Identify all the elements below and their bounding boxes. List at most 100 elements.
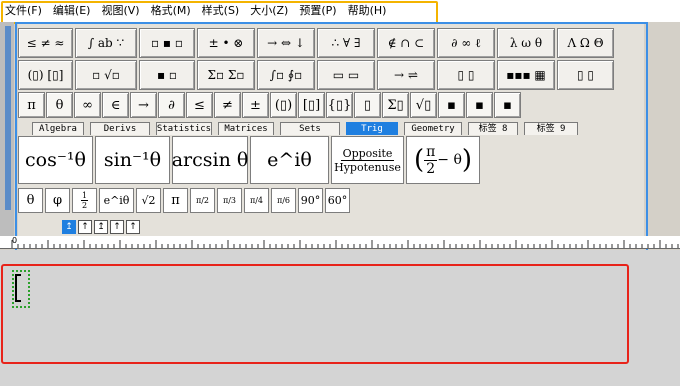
less-equal-button[interactable]: ≤ <box>186 92 213 118</box>
embellishments-palette-button[interactable]: ▫ ▪ ▫ <box>139 28 195 58</box>
align-button-4[interactable]: ↑ <box>110 220 124 234</box>
set-theory-palette-button[interactable]: ∉ ∩ ⊂ <box>377 28 435 58</box>
menu-help[interactable]: 帮助(H) <box>343 0 393 22</box>
infinity-button[interactable]: ∞ <box>74 92 101 118</box>
tab-sets[interactable]: Sets <box>280 122 340 135</box>
alignment-toolbar: ↥ ↑ ↥ ↑ ↑ <box>62 220 142 234</box>
menu-format[interactable]: 格式(M) <box>146 0 197 22</box>
greek-lower-palette-button[interactable]: λ ω θ <box>497 28 555 58</box>
element-of-button[interactable]: ∈ <box>102 92 129 118</box>
summations-palette-button[interactable]: Σ▫ Σ▫ <box>197 60 255 90</box>
pi-over-2-fraction: π 2 <box>424 143 438 177</box>
align-button-2[interactable]: ↑ <box>78 220 92 234</box>
operators-palette-button[interactable]: ± • ⊗ <box>197 28 255 58</box>
theta-small-button[interactable]: θ <box>18 188 43 213</box>
pi-over-2-button[interactable]: π/2 <box>190 188 215 213</box>
minus-theta-text: − θ <box>437 152 462 168</box>
tab-trig[interactable]: Trig <box>346 122 398 135</box>
greek-upper-palette-button[interactable]: Λ Ω Θ <box>557 28 614 58</box>
relations-palette-button[interactable]: ≤ ≠ ≈ <box>18 28 73 58</box>
menu-size[interactable]: 大小(Z) <box>245 0 294 22</box>
equation-editor-area[interactable] <box>0 250 680 386</box>
parentheses-button[interactable]: (▯) <box>270 92 297 118</box>
tab-label-9[interactable]: 标签 9 <box>524 122 578 135</box>
integrals-palette-button[interactable]: ∫▫ ∮▫ <box>257 60 315 90</box>
plus-minus-button[interactable]: ± <box>242 92 269 118</box>
pi-button[interactable]: π <box>18 92 45 118</box>
sqrt2-button[interactable]: √2 <box>136 188 161 213</box>
arrows-palette-button[interactable]: → ⇔ ↓ <box>257 28 315 58</box>
align-button-1[interactable]: ↥ <box>62 220 76 234</box>
subscript-button[interactable]: ▪ <box>466 92 493 118</box>
inverse-sine-template[interactable]: sin⁻¹θ <box>95 136 170 184</box>
palette-scroll-bar[interactable] <box>5 26 11 210</box>
menu-style[interactable]: 样式(S) <box>197 0 246 22</box>
pi-numerator: π <box>424 143 438 161</box>
fractions-radicals-palette-button[interactable]: ▫ √▫ <box>75 60 137 90</box>
fences-palette-button[interactable]: (▯) [▯] <box>18 60 73 90</box>
right-arrow-button[interactable]: → <box>130 92 157 118</box>
pi-over-2-minus-theta-template[interactable]: ( π 2 − θ ) <box>406 136 480 184</box>
sub-superscript-button[interactable]: ▪ <box>494 92 521 118</box>
left-paren: ( <box>413 145 425 175</box>
hypotenuse-label: Hypotenuse <box>334 160 401 174</box>
symbol-palette: ≤ ≠ ≈ ∫ ab ∵ ▫ ▪ ▫ ± • ⊗ → ⇔ ↓ ∴ ∀ ∃ ∉ ∩… <box>18 24 644 246</box>
braces-button[interactable]: {▯} <box>326 92 353 118</box>
two-denominator: 2 <box>426 160 436 177</box>
menu-file[interactable]: 文件(F) <box>0 0 48 22</box>
one-half-denominator: 2 <box>81 201 88 210</box>
insertion-cursor <box>15 274 21 302</box>
pi-small-button[interactable]: π <box>163 188 188 213</box>
tab-algebra[interactable]: Algebra <box>32 122 84 135</box>
one-half-button[interactable]: 12 <box>72 188 97 213</box>
palette-row-3: π θ ∞ ∈ → ∂ ≤ ≠ ± (▯) [▯] {▯} ▯ Σ▯ √▯ ▪ … <box>18 92 522 118</box>
summation-button[interactable]: Σ▯ <box>382 92 409 118</box>
theta-button[interactable]: θ <box>46 92 73 118</box>
misc-symbols-palette-button[interactable]: ∂ ∞ ℓ <box>437 28 495 58</box>
tab-derivs[interactable]: Derivs <box>90 122 150 135</box>
one-half-fraction: 12 <box>80 191 89 210</box>
trig-small-row: θ φ 12 e^iθ √2 π π/2 π/3 π/4 π/6 90° 60° <box>18 188 352 213</box>
logic-palette-button[interactable]: ∴ ∀ ∃ <box>317 28 375 58</box>
ruler-ticks <box>11 240 679 248</box>
matrices-palette-button[interactable]: ▪▪▪ ▦ <box>497 60 555 90</box>
exp-small-button[interactable]: e^iθ <box>99 188 134 213</box>
ruler: 0 <box>0 236 680 249</box>
arcsine-template[interactable]: arcsin θ <box>172 136 248 184</box>
labeled-arrows-palette-button[interactable]: → ⇌ <box>377 60 435 90</box>
products-palette-button[interactable]: ▯ ▯ <box>437 60 495 90</box>
superscript-button[interactable]: ▪ <box>438 92 465 118</box>
brackets-button[interactable]: [▯] <box>298 92 325 118</box>
bars-palette-button[interactable]: ▭ ▭ <box>317 60 375 90</box>
inverse-cosine-template[interactable]: cos⁻¹θ <box>18 136 93 184</box>
not-equal-button[interactable]: ≠ <box>214 92 241 118</box>
tab-matrices[interactable]: Matrices <box>218 122 274 135</box>
square-root-button[interactable]: √▯ <box>410 92 437 118</box>
pi-over-3-button[interactable]: π/3 <box>217 188 242 213</box>
tab-bar: Algebra Derivs Statistics Matrices Sets … <box>32 122 584 135</box>
phi-small-button[interactable]: φ <box>45 188 70 213</box>
pi-over-6-button[interactable]: π/6 <box>271 188 296 213</box>
align-button-5[interactable]: ↑ <box>126 220 140 234</box>
spaces-ellipses-palette-button[interactable]: ∫ ab ∵ <box>75 28 137 58</box>
fraction-button[interactable]: ▯ <box>354 92 381 118</box>
menu-view[interactable]: 视图(V) <box>96 0 145 22</box>
tab-label-8[interactable]: 标签 8 <box>468 122 518 135</box>
tab-statistics[interactable]: Statistics <box>156 122 212 135</box>
exponential-template[interactable]: e^iθ <box>250 136 329 184</box>
ninety-degrees-button[interactable]: 90° <box>298 188 323 213</box>
trig-large-row: cos⁻¹θ sin⁻¹θ arcsin θ e^iθ Opposite Hyp… <box>18 136 482 184</box>
boxes-palette-button[interactable]: ▯ ▯ <box>557 60 614 90</box>
opposite-hypotenuse-template[interactable]: Opposite Hypotenuse <box>331 136 404 184</box>
opposite-label: Opposite <box>340 146 395 161</box>
tab-geometry[interactable]: Geometry <box>404 122 462 135</box>
scripts-palette-button[interactable]: ▪ ▫ <box>139 60 195 90</box>
one-half-numerator: 1 <box>80 191 89 201</box>
menu-preferences[interactable]: 预置(P) <box>294 0 342 22</box>
menu-edit[interactable]: 编辑(E) <box>48 0 97 22</box>
sixty-degrees-button[interactable]: 60° <box>325 188 350 213</box>
align-button-3[interactable]: ↥ <box>94 220 108 234</box>
pi-over-4-button[interactable]: π/4 <box>244 188 269 213</box>
partial-button[interactable]: ∂ <box>158 92 185 118</box>
opposite-hypotenuse-fraction: Opposite Hypotenuse <box>334 147 401 174</box>
